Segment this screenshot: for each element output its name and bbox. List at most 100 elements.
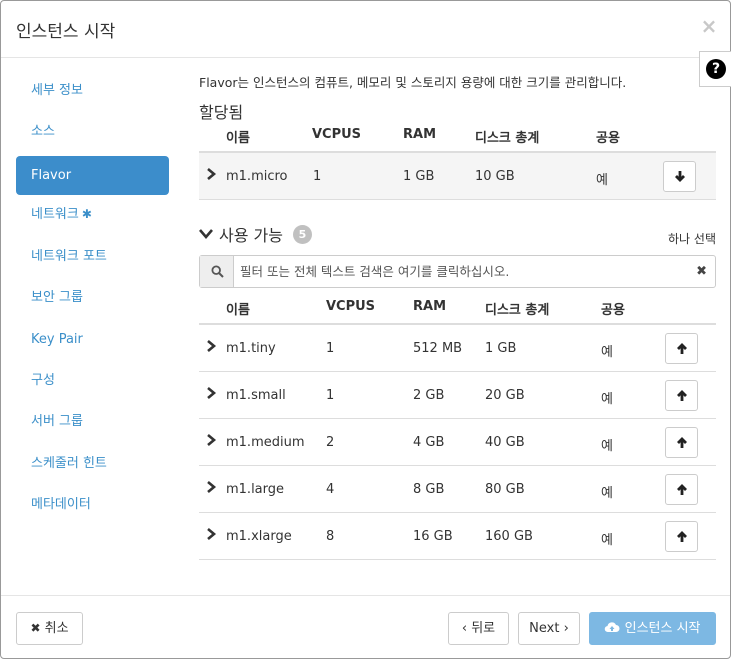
sidebar-item[interactable]: 세부 정보 <box>16 71 169 110</box>
allocate-button[interactable] <box>665 474 698 505</box>
back-button[interactable]: ‹ 뒤로 <box>448 612 509 645</box>
column-header: 이름 <box>226 303 250 318</box>
chevron-right-icon[interactable] <box>204 338 218 354</box>
allocate-button[interactable] <box>665 333 698 364</box>
cell-name: m1.xlarge <box>226 529 292 544</box>
chevron-left-icon: ‹ <box>461 621 468 636</box>
sidebar-item-label: 네트워크 <box>31 207 79 222</box>
sidebar-item[interactable]: 스케줄러 힌트 <box>16 444 169 483</box>
sidebar-item-label: 세부 정보 <box>31 83 83 98</box>
allocate-button[interactable] <box>665 427 698 458</box>
search-input[interactable] <box>240 256 690 287</box>
chevron-down-icon <box>199 229 213 239</box>
allocate-button[interactable] <box>665 380 698 411</box>
chevron-right-icon[interactable] <box>204 479 218 495</box>
cell-public: 예 <box>601 345 613 360</box>
cell-public: 예 <box>601 486 613 501</box>
cell-public: 예 <box>601 533 613 548</box>
sidebar-item-label: Flavor <box>31 168 72 183</box>
chevron-right-icon[interactable] <box>204 385 218 401</box>
sidebar-item[interactable]: 네트워크 ✱ <box>16 195 169 234</box>
chevron-right-icon[interactable] <box>204 166 218 182</box>
cell-disk: 1 GB <box>485 341 517 356</box>
next-label: Next <box>529 621 560 636</box>
sidebar-item-label: 구성 <box>31 373 55 388</box>
cell-disk: 40 GB <box>485 435 525 450</box>
cell-ram: 4 GB <box>413 435 445 450</box>
cell-public: 예 <box>601 439 613 454</box>
sidebar-item-label: 서버 그룹 <box>31 414 83 429</box>
modal-footer: ✖ 취소 ‹ 뒤로 Next › 인스턴스 시작 <box>1 595 730 658</box>
allocated-table: 이름 VCPUS RAM 디스크 총계 공용 m1.micro 1 1 GB 10 GB 예 <box>199 119 716 200</box>
allocated-table-header: 이름 VCPUS RAM 디스크 총계 공용 <box>199 119 716 153</box>
sidebar-item-label: 네트워크 포트 <box>31 249 107 264</box>
cell-vcpus: 4 <box>326 482 335 497</box>
sidebar-item[interactable]: 구성 <box>16 361 169 400</box>
modal-header: 인스턴스 시작 × <box>1 1 730 58</box>
search-addon <box>200 256 234 287</box>
cell-disk: 160 GB <box>485 529 533 544</box>
column-header: 공용 <box>596 131 620 146</box>
column-header: VCPUS <box>326 299 376 314</box>
clear-search-icon[interactable]: ✖ <box>696 264 707 279</box>
available-header: 사용 가능 5 하나 선택 <box>199 220 716 248</box>
cell-ram: 2 GB <box>413 388 445 403</box>
cell-name: m1.tiny <box>226 341 276 356</box>
question-circle-icon: ? <box>706 59 726 79</box>
column-header: RAM <box>413 299 447 314</box>
table-row: m1.medium 2 4 GB 40 GB 예 <box>199 419 716 466</box>
sidebar-item[interactable]: Key Pair <box>16 320 169 359</box>
arrow-up-icon <box>677 484 687 495</box>
arrow-up-icon <box>677 437 687 448</box>
sidebar-item[interactable]: 메타데이터 <box>16 485 169 524</box>
table-row: m1.large 4 8 GB 80 GB 예 <box>199 466 716 513</box>
arrow-up-icon <box>677 343 687 354</box>
back-label: 뒤로 <box>471 621 496 636</box>
help-button[interactable]: ? <box>699 51 731 87</box>
cloud-upload-icon <box>605 622 620 633</box>
launch-instance-button[interactable]: 인스턴스 시작 <box>589 612 716 645</box>
cell-ram: 1 GB <box>403 169 435 184</box>
sidebar-item[interactable]: 서버 그룹 <box>16 402 169 441</box>
close-icon[interactable]: × <box>698 15 720 39</box>
sidebar-item[interactable]: Flavor <box>16 156 169 195</box>
available-toggle[interactable]: 사용 가능 5 <box>199 222 312 246</box>
sidebar-item[interactable]: 네트워크 포트 <box>16 237 169 276</box>
available-table-header: 이름 VCPUS RAM 디스크 총계 공용 <box>199 291 716 325</box>
deallocate-button[interactable] <box>663 161 696 192</box>
cell-ram: 512 MB <box>413 341 463 356</box>
column-header: 디스크 총계 <box>485 303 550 318</box>
pick-one-hint: 하나 선택 <box>668 232 716 246</box>
cell-name: m1.medium <box>226 435 305 450</box>
cell-name: m1.small <box>226 388 286 403</box>
cell-name: m1.large <box>226 482 285 497</box>
sidebar-item-label: 보안 그룹 <box>31 290 83 305</box>
chevron-right-icon: › <box>563 621 569 636</box>
table-row: m1.tiny 1 512 MB 1 GB 예 <box>199 325 716 372</box>
column-header: VCPUS <box>312 127 362 142</box>
chevron-right-icon[interactable] <box>204 432 218 448</box>
available-title: 사용 가능 <box>219 226 283 245</box>
column-header: 디스크 총계 <box>475 131 540 146</box>
sidebar-item[interactable]: 보안 그룹 <box>16 278 169 317</box>
asterisk-icon: ✱ <box>81 207 92 221</box>
table-row: m1.small 1 2 GB 20 GB 예 <box>199 372 716 419</box>
cell-disk: 20 GB <box>485 388 525 403</box>
times-icon: ✖ <box>30 621 41 635</box>
sidebar-item[interactable]: 소스 <box>16 112 169 151</box>
cell-ram: 16 GB <box>413 529 453 544</box>
column-header: 공용 <box>601 303 625 318</box>
arrow-up-icon <box>677 531 687 542</box>
cell-ram: 8 GB <box>413 482 445 497</box>
cell-public: 예 <box>601 392 613 407</box>
cell-name: m1.micro <box>226 169 288 184</box>
available-table: 이름 VCPUS RAM 디스크 총계 공용 m1.tiny 1 512 MB 1 GB 예 m1… <box>199 291 716 560</box>
column-header: RAM <box>403 127 437 142</box>
next-button[interactable]: Next › <box>518 612 580 645</box>
arrow-up-icon <box>677 390 687 401</box>
search-bar: ✖ <box>199 255 716 288</box>
search-icon <box>211 265 224 278</box>
chevron-right-icon[interactable] <box>204 526 218 542</box>
allocate-button[interactable] <box>665 521 698 552</box>
cancel-button[interactable]: ✖ 취소 <box>16 612 83 645</box>
